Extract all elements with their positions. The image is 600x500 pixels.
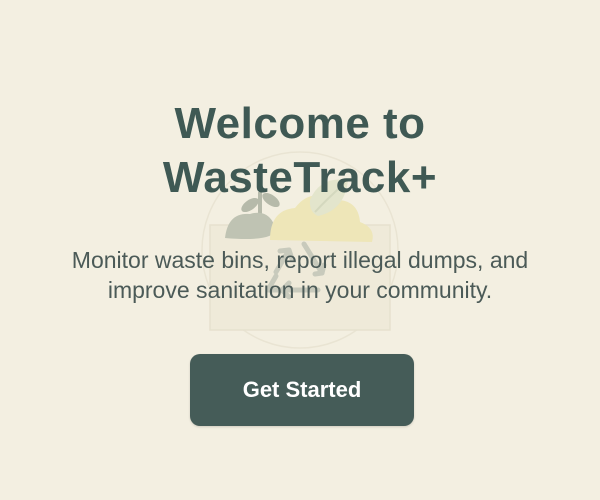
welcome-title-line-1: Welcome to (174, 99, 426, 148)
get-started-button[interactable]: Get Started (190, 354, 414, 426)
left-bush (225, 212, 276, 239)
welcome-screen: Welcome to WasteTrack+ Monitor waste bin… (0, 0, 600, 500)
welcome-title: Welcome to WasteTrack+ (0, 97, 600, 205)
welcome-subtitle-line-2: improve sanitation in your community. (107, 277, 493, 303)
welcome-subtitle-line-1: Monitor waste bins, report illegal dumps… (71, 247, 529, 273)
welcome-title-line-2: WasteTrack+ (162, 153, 438, 202)
welcome-subtitle: Monitor waste bins, report illegal dumps… (0, 245, 600, 305)
